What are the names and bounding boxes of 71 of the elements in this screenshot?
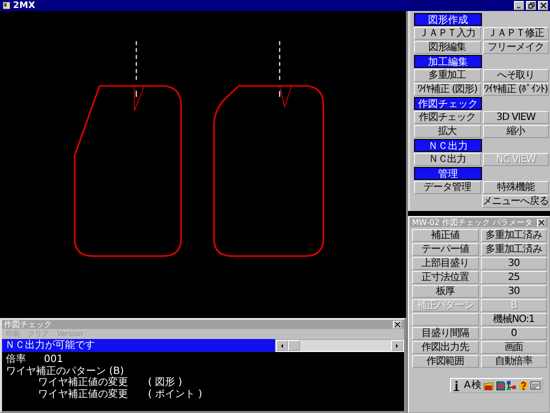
menu-button[interactable]: ﾜｲﾔ補正 (図形): [414, 83, 480, 96]
menu-button[interactable]: ＪＡＰＴ修正: [482, 27, 549, 40]
section-header: ＮＣ出力: [414, 139, 482, 152]
parameter-label-button[interactable]: テーパー値: [412, 243, 478, 256]
window-title: 2MX: [13, 0, 36, 10]
restore-button[interactable]: [526, 1, 536, 10]
log-label: ワイヤ補正値の変更: [38, 388, 129, 400]
section-header: 作図チェック: [414, 97, 482, 110]
parameter-value-button[interactable]: 25: [480, 271, 547, 284]
menu-button[interactable]: ＮＣ出力: [414, 153, 480, 166]
parameter-label-button[interactable]: 作図出力先: [412, 341, 478, 354]
card-icon[interactable]: [530, 380, 541, 391]
parameter-label-button[interactable]: 上部目盛り: [412, 257, 478, 270]
book-icon[interactable]: [494, 380, 506, 391]
log-value: ( 図形 ): [148, 377, 182, 388]
parameter-label-button[interactable]: 補正値: [412, 229, 478, 242]
help-icon[interactable]: [518, 380, 530, 391]
close-icon: [538, 219, 545, 226]
scroll-right-button[interactable]: [391, 340, 403, 351]
parameter-value-button[interactable]: 30: [480, 285, 547, 298]
log-value: ( ポイント ): [148, 388, 202, 400]
menu-button[interactable]: 拡大: [414, 125, 480, 138]
menu-button[interactable]: メニューへ戻る: [482, 195, 549, 208]
restore-icon: [528, 2, 534, 9]
window-title: 作図チェック: [4, 320, 52, 329]
toolbar-glyph[interactable]: 検: [472, 380, 482, 391]
scroll-thumb[interactable]: [288, 340, 300, 351]
log-value: 001: [44, 354, 64, 366]
section-header: 加工編集: [414, 55, 482, 68]
parameter-value-button[interactable]: 機械NO:1: [480, 313, 547, 326]
parameter-value-button[interactable]: 自動倍率: [480, 355, 547, 368]
close-icon: [394, 321, 401, 328]
close-button[interactable]: [538, 1, 548, 10]
menu-button[interactable]: 特殊機能: [482, 181, 549, 194]
horizontal-scrollbar[interactable]: [275, 339, 404, 352]
parameter-value-button[interactable]: 多重加工済み: [480, 229, 547, 242]
close-icon: [540, 2, 546, 9]
close-button[interactable]: [393, 320, 402, 328]
section-header: 管理: [414, 167, 482, 180]
log-label: 倍率: [6, 354, 27, 366]
parameter-label-button[interactable]: 目盛り間隔: [412, 327, 478, 340]
parameter-label-button[interactable]: 板厚: [412, 285, 478, 298]
parameter-label-button[interactable]: 正寸法位置: [412, 271, 478, 284]
app-icon: [2, 1, 11, 10]
parameter-value-button[interactable]: 30: [480, 257, 547, 270]
minimize-button[interactable]: [514, 1, 524, 10]
menu-button[interactable]: データ管理: [414, 181, 480, 194]
log-text: ワイヤ補正のパターン (B): [6, 366, 124, 376]
parameter-value-button[interactable]: 0: [480, 327, 547, 340]
menu-button[interactable]: 図形編集: [414, 41, 480, 54]
menu-button[interactable]: ﾜｲﾔ補正 (ﾎﾟｲﾝﾄ): [482, 83, 549, 96]
toolbar-glyph[interactable]: A: [464, 380, 471, 391]
scroll-left-icon: [279, 342, 285, 348]
menu-button[interactable]: 多重加工: [414, 69, 480, 82]
menu-button[interactable]: 縮小: [482, 125, 549, 138]
menu-button[interactable]: フリーメイク: [482, 41, 549, 54]
log-label: ワイヤ補正値の変更: [38, 377, 129, 388]
parameter-value-button[interactable]: 多重加工済み: [480, 243, 547, 256]
menu-button[interactable]: 作図チェック: [414, 111, 480, 124]
section-header: 図形作成: [414, 13, 482, 26]
close-button[interactable]: [537, 218, 546, 226]
network-icon[interactable]: [506, 380, 518, 391]
scroll-right-icon: [394, 342, 400, 348]
scroll-left-button[interactable]: [276, 340, 288, 351]
parameter-label-button[interactable]: 作図範囲: [412, 355, 478, 368]
parameter-value-button[interactable]: 画面: [480, 341, 547, 354]
panel-title: MW-02 作図チェック パラメータ: [412, 218, 533, 227]
menu-button[interactable]: ＪＡＰＴ入力: [414, 27, 480, 40]
menu-button[interactable]: へそ取り: [482, 69, 549, 82]
status-message: ＮＣ出力が可能です: [2, 339, 275, 352]
menu-button[interactable]: 3D VIEW: [482, 111, 549, 124]
